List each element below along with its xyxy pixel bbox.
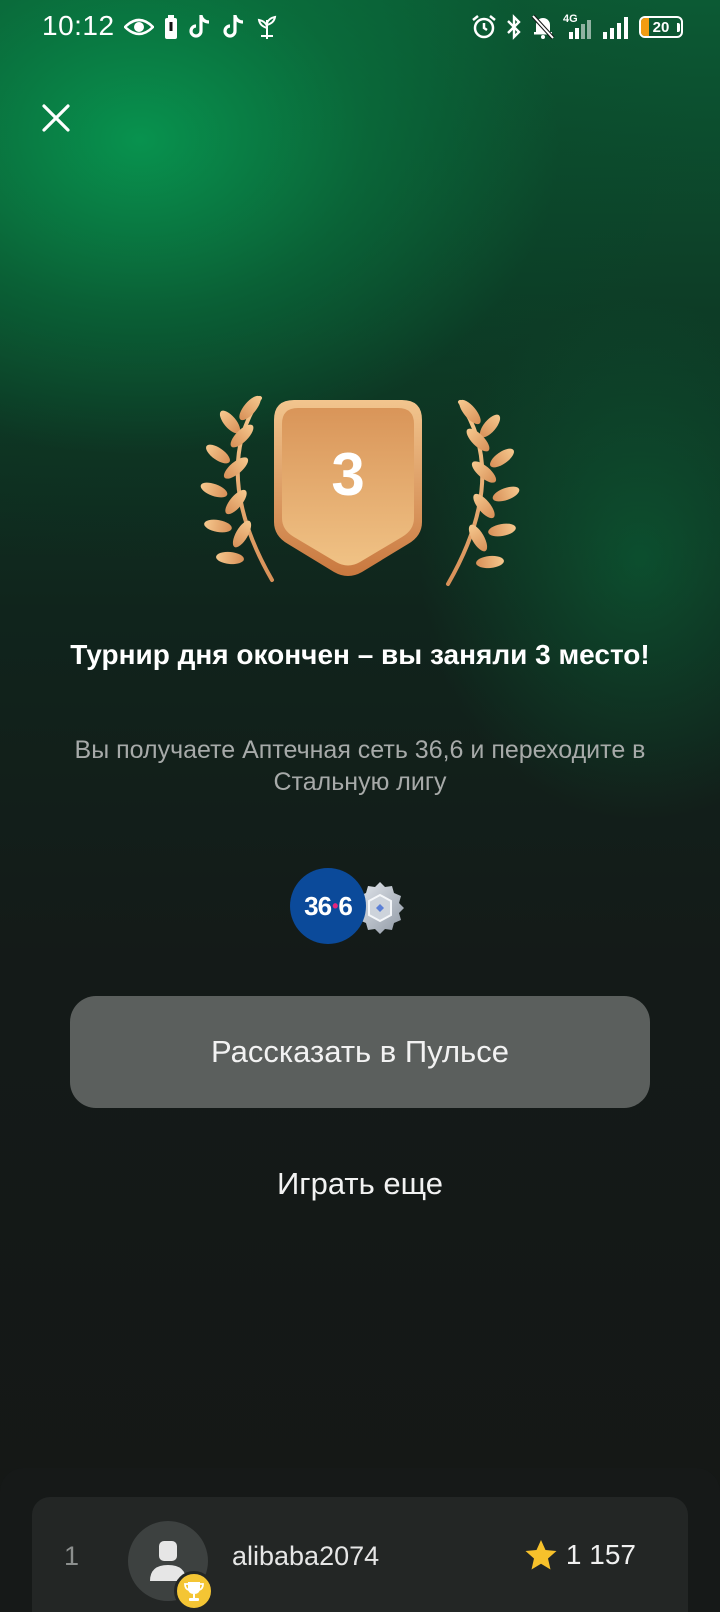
- battery-icon: 20: [639, 16, 683, 38]
- pharmacy-logo-left: 36: [304, 890, 332, 921]
- place-award: 3: [200, 392, 520, 592]
- battery-saver-icon: [164, 14, 178, 40]
- close-button[interactable]: [36, 98, 76, 138]
- laurel-right-icon: [446, 399, 520, 586]
- status-time: 10:12: [42, 10, 115, 41]
- trophy-icon: [184, 1582, 204, 1601]
- rewards: 36 • 6: [290, 868, 430, 948]
- bell-off-icon: [531, 14, 555, 40]
- star-icon: [525, 1540, 557, 1570]
- share-in-pulse-button[interactable]: Рассказать в Пульсе: [70, 996, 650, 1108]
- status-bar: 10:12 4G 20: [0, 0, 720, 56]
- trophy-badge: [174, 1571, 214, 1611]
- tiktok-icon: [188, 14, 212, 40]
- mobile-signal-icon: 4G: [563, 14, 593, 40]
- leaderboard-row[interactable]: 1 alibaba2074 1 157: [32, 1497, 688, 1612]
- bluetooth-icon: [505, 14, 523, 40]
- battery-level: 20: [652, 18, 670, 36]
- result-title: Турнир дня окончен – вы заняли 3 место!: [70, 639, 650, 670]
- eye-icon: [124, 17, 154, 37]
- tiktok-icon: [222, 14, 246, 40]
- place-number: 3: [331, 441, 365, 508]
- tournament-result-screen: 10:12 4G 20 3 Турнир дня окончен – вы за…: [0, 0, 720, 1612]
- plant-icon: [256, 14, 278, 40]
- rank-number: 1: [64, 1541, 80, 1571]
- result-subtitle: Вы получаете Аптечная сеть 36,6 и перехо…: [74, 736, 646, 796]
- score-value: 1 157: [565, 1539, 636, 1570]
- pharmacy-logo: 36 • 6: [290, 868, 366, 944]
- laurel-left-icon: [200, 395, 274, 582]
- play-again-button[interactable]: Играть еще: [160, 1160, 560, 1208]
- close-icon: [42, 104, 70, 132]
- pharmacy-logo-right: 6: [338, 890, 353, 921]
- battery-fill: [641, 18, 649, 36]
- status-icons-left: [124, 12, 278, 42]
- username: alibaba2074: [232, 1541, 380, 1571]
- alarm-icon: [471, 14, 497, 40]
- wifi-signal-icon: [601, 14, 631, 40]
- score: 1 157: [524, 1539, 636, 1571]
- status-icons-right: 4G 20: [471, 12, 683, 42]
